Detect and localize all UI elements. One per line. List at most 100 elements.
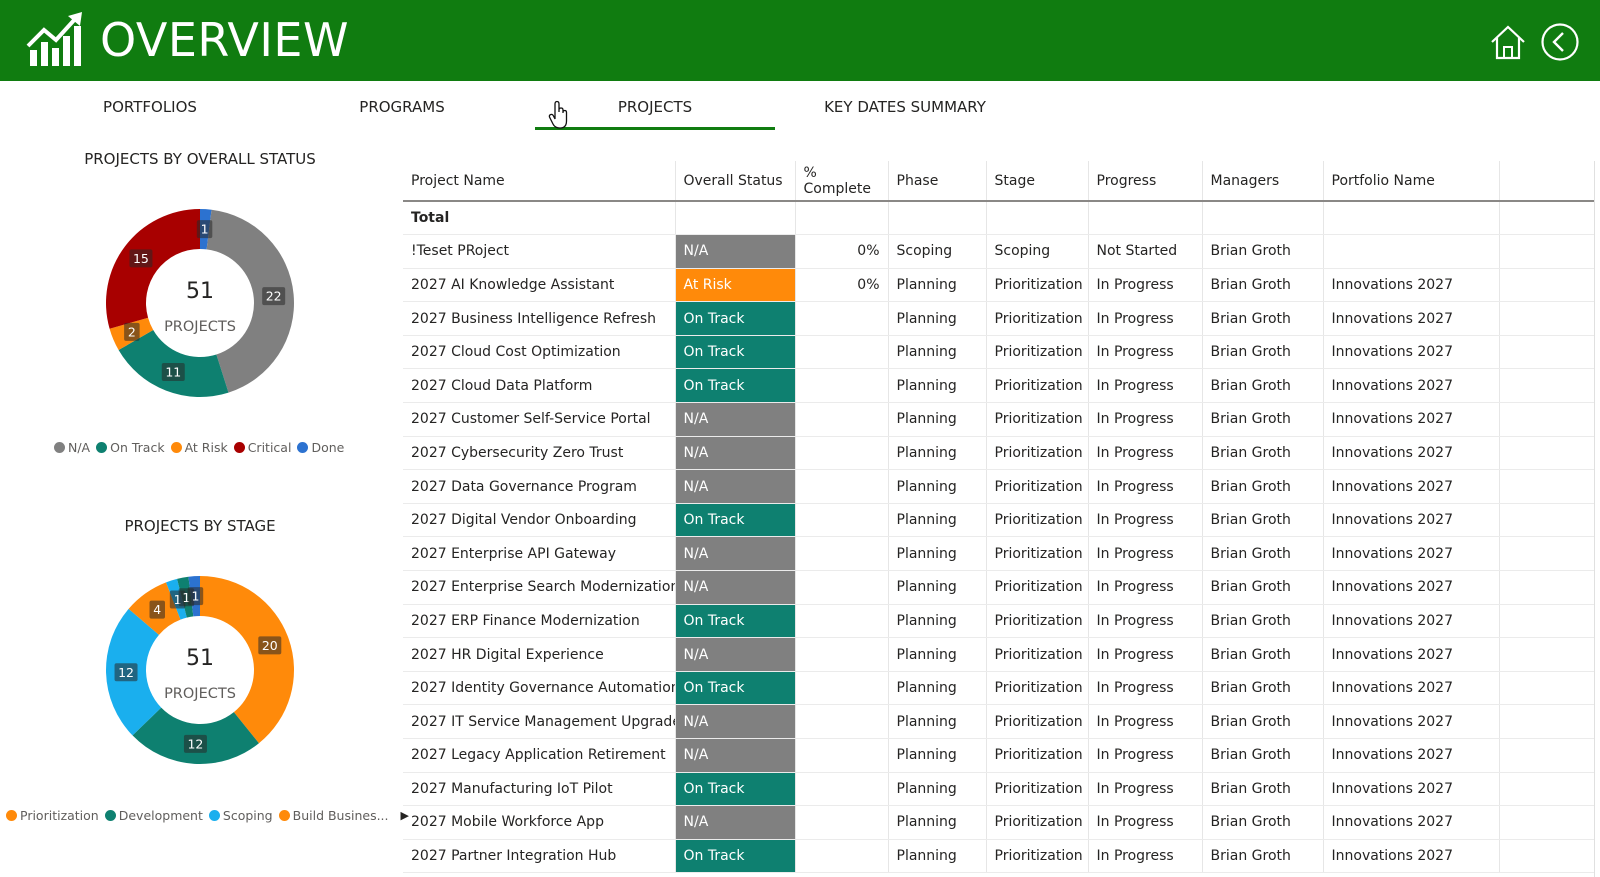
cell-project-name: 2027 Business Intelligence Refresh xyxy=(403,301,676,336)
cell-progress: Not Started xyxy=(1088,234,1203,269)
status-chart-title: PROJECTS BY OVERALL STATUS xyxy=(84,150,316,168)
legend-item[interactable]: Prioritization xyxy=(6,808,99,823)
legend-label: Critical xyxy=(247,440,292,455)
table-row[interactable]: 2027 ERP Finance Modernization On Track Pl… xyxy=(403,604,1595,639)
cell-project-name: 2027 AI Knowledge Assistant xyxy=(403,268,676,303)
table-row[interactable]: 2027 Data Governance Program N/A Planning P… xyxy=(403,469,1595,504)
cell-percent-complete xyxy=(795,503,889,538)
home-icon[interactable] xyxy=(1488,22,1528,62)
projects-table[interactable]: Project Name Overall Status % Complete P… xyxy=(403,161,1595,877)
cell-percent-complete xyxy=(795,839,889,874)
table-row[interactable]: 2027 Customer Self-Service Portal N/A Plan… xyxy=(403,402,1595,437)
tab-key-dates-summary[interactable]: KEY DATES SUMMARY xyxy=(815,96,995,118)
status-slice[interactable] xyxy=(106,209,200,329)
cell-percent-complete xyxy=(795,671,889,706)
table-row[interactable]: 2027 AI Knowledge Assistant At Risk 0% Plan… xyxy=(403,268,1595,303)
cell-progress: In Progress xyxy=(1088,772,1203,807)
cell-stage: Prioritization xyxy=(986,469,1089,504)
tab-programs[interactable]: PROGRAMS xyxy=(332,96,472,118)
cell-stage: Prioritization xyxy=(986,368,1089,404)
stage-chart-title: PROJECTS BY STAGE xyxy=(124,517,276,535)
table-row[interactable]: 2027 IT Service Management Upgrade N/A Pla… xyxy=(403,704,1595,739)
cell-overall-status: On Track xyxy=(675,604,796,639)
total-label: Total xyxy=(403,201,676,236)
table-row[interactable]: 2027 Mobile Workforce App N/A Planning Prio… xyxy=(403,805,1595,840)
cell-manager: Brian Groth xyxy=(1202,368,1324,404)
cell-progress: In Progress xyxy=(1088,368,1203,404)
col-header-managers[interactable]: Managers xyxy=(1202,161,1324,202)
svg-text:1: 1 xyxy=(191,589,199,604)
table-row[interactable]: 2027 Enterprise API Gateway N/A Planning Pr… xyxy=(403,536,1595,572)
legend-item[interactable]: Build Busines... xyxy=(278,808,389,823)
col-header-project-name[interactable]: Project Name xyxy=(403,161,676,202)
cell-progress: In Progress xyxy=(1088,503,1203,538)
back-arrow-icon[interactable] xyxy=(1540,22,1580,62)
cell-overall-status: N/A xyxy=(675,402,796,437)
col-header-phase[interactable]: Phase xyxy=(888,161,987,202)
stage-slice[interactable] xyxy=(200,576,294,744)
table-row[interactable]: !Teset PRoject N/A 0% Scoping Scoping Not Sta… xyxy=(403,234,1595,269)
cell-manager: Brian Groth xyxy=(1202,604,1324,639)
cell-manager: Brian Groth xyxy=(1202,772,1324,807)
cell-manager: Brian Groth xyxy=(1202,503,1324,538)
cell-phase: Planning xyxy=(888,469,987,504)
table-row[interactable]: 2027 Cybersecurity Zero Trust N/A Planning… xyxy=(403,436,1595,471)
legend-item[interactable]: N/A xyxy=(54,440,90,455)
col-header-overall-status[interactable]: Overall Status xyxy=(675,161,796,202)
legend-item[interactable]: Scoping xyxy=(208,808,273,823)
table-row[interactable]: 2027 Manufacturing IoT Pilot On Track Plan… xyxy=(403,772,1595,807)
cell-manager: Brian Groth xyxy=(1202,738,1324,773)
table-row[interactable]: 2027 Digital Vendor Onboarding On Track Pl… xyxy=(403,503,1595,538)
cell-phase: Planning xyxy=(888,368,987,404)
cell-manager: Brian Groth xyxy=(1202,704,1324,739)
cell-percent-complete xyxy=(795,368,889,404)
cell-project-name: 2027 Enterprise Search Modernization xyxy=(403,570,676,605)
col-header-percent-complete[interactable]: % Complete xyxy=(795,161,889,202)
cell-overall-status: At Risk xyxy=(675,268,796,303)
cell-portfolio-name: Innovations 2027 xyxy=(1323,671,1500,706)
cell-percent-complete: 0% xyxy=(795,234,889,269)
svg-text:11: 11 xyxy=(165,365,181,380)
cell-portfolio-name xyxy=(1323,234,1500,269)
tab-projects[interactable]: PROJECTS xyxy=(535,96,775,118)
cell-phase: Planning xyxy=(888,839,987,874)
table-row[interactable]: 2027 Cloud Data Platform On Track Planning… xyxy=(403,368,1595,404)
status-donut-chart[interactable]: 1 22 11 2 15 51 PROJECTS xyxy=(100,203,300,403)
status-data-label: 1 xyxy=(196,220,213,239)
cell-percent-complete xyxy=(795,469,889,504)
table-row[interactable]: 2027 Business Intelligence Refresh On Tra… xyxy=(403,301,1595,336)
col-header-portfolio-name[interactable]: Portfolio Name xyxy=(1323,161,1500,202)
cell-stage: Prioritization xyxy=(986,301,1089,336)
table-row[interactable]: 2027 HR Digital Experience N/A Planning Pri… xyxy=(403,637,1595,672)
cell-project-name: 2027 Digital Vendor Onboarding xyxy=(403,503,676,538)
cell-progress: In Progress xyxy=(1088,536,1203,572)
cell-percent-complete xyxy=(795,402,889,437)
col-header-progress[interactable]: Progress xyxy=(1088,161,1203,202)
cell-stage: Prioritization xyxy=(986,772,1089,807)
svg-text:4: 4 xyxy=(153,602,161,617)
legend-item[interactable]: Critical xyxy=(233,440,292,455)
legend-item[interactable]: Done xyxy=(297,440,344,455)
legend-label: Scoping xyxy=(222,808,273,823)
legend-item[interactable]: At Risk xyxy=(170,440,228,455)
stage-donut-chart[interactable]: 20121241 1 1 51 PROJECTS xyxy=(100,570,300,770)
cell-project-name: 2027 Mobile Workforce App xyxy=(403,805,676,840)
cell-phase: Planning xyxy=(888,604,987,639)
table-row[interactable]: 2027 Identity Governance Automation On Tr… xyxy=(403,671,1595,706)
tab-portfolios[interactable]: PORTFOLIOS xyxy=(80,96,220,118)
svg-text:12: 12 xyxy=(187,736,203,751)
cell-portfolio-name: Innovations 2027 xyxy=(1323,570,1500,605)
cell-stage: Prioritization xyxy=(986,570,1089,605)
stage-data-label: 12 xyxy=(183,734,207,753)
legend-dot-icon xyxy=(170,442,182,453)
table-row[interactable]: 2027 Legacy Application Retirement N/A Pla… xyxy=(403,738,1595,773)
stage-data-label: 1 xyxy=(187,587,204,606)
legend-item[interactable]: Development xyxy=(104,808,203,823)
table-row[interactable]: 2027 Partner Integration Hub On Track Plan… xyxy=(403,839,1595,874)
col-header-stage[interactable]: Stage xyxy=(986,161,1089,202)
status-data-label: 22 xyxy=(262,287,286,306)
table-row[interactable]: 2027 Cloud Cost Optimization On Track Plan… xyxy=(403,335,1595,370)
table-scrollbar[interactable] xyxy=(1594,161,1595,877)
legend-item[interactable]: On Track xyxy=(96,440,165,455)
table-row[interactable]: 2027 Enterprise Search Modernization N/A P… xyxy=(403,570,1595,605)
